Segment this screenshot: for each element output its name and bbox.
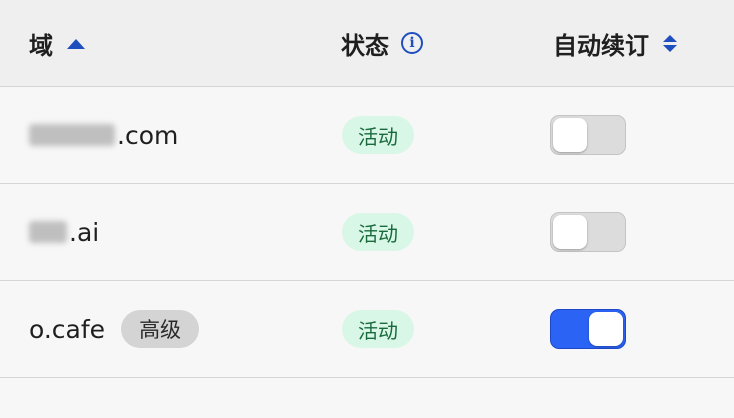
info-icon[interactable]: i: [401, 32, 423, 54]
toggle-knob: [589, 312, 623, 346]
domain-name[interactable]: .ai: [69, 218, 99, 247]
column-header-domain-label: 域: [29, 31, 53, 60]
premium-tag: 高级: [121, 310, 200, 348]
status-cell: 活动: [342, 87, 414, 183]
table-header: 域 状态 i 自动续订: [0, 0, 734, 87]
domain-name[interactable]: .com: [117, 121, 178, 150]
toggle-knob: [553, 118, 587, 152]
status-badge: 活动: [342, 213, 414, 251]
domain-cell: .ai: [29, 184, 99, 280]
column-header-auto-renew-label: 自动续订: [553, 31, 649, 60]
column-header-auto-renew[interactable]: 自动续订: [553, 0, 677, 86]
sort-ascending-icon[interactable]: [67, 39, 85, 49]
column-header-status-label: 状态: [341, 31, 389, 60]
status-cell: 活动: [342, 184, 414, 280]
column-header-status: 状态 i: [341, 0, 423, 86]
auto-renew-cell: [550, 184, 626, 280]
table-row[interactable]: o.cafe 高级 活动: [0, 281, 734, 378]
status-badge: 活动: [342, 116, 414, 154]
table-row[interactable]: .ai 活动: [0, 184, 734, 281]
sort-icon[interactable]: [663, 34, 677, 52]
redacted-text: [29, 124, 115, 146]
domains-table: 域 状态 i 自动续订 .com 活动 .ai 活动 o.cafe 高级 活动: [0, 0, 734, 418]
status-badge: 活动: [342, 310, 414, 348]
auto-renew-cell: [550, 281, 626, 377]
domain-cell: o.cafe 高级: [29, 281, 200, 377]
table-row[interactable]: .com 活动: [0, 87, 734, 184]
auto-renew-toggle[interactable]: [550, 212, 626, 252]
domain-name[interactable]: o.cafe: [29, 315, 105, 344]
sort-up-arrow-icon: [663, 34, 677, 42]
status-cell: 活动: [342, 281, 414, 377]
redacted-text: [29, 221, 67, 243]
auto-renew-toggle[interactable]: [550, 309, 626, 349]
sort-down-arrow-icon: [663, 44, 677, 52]
auto-renew-toggle[interactable]: [550, 115, 626, 155]
auto-renew-cell: [550, 87, 626, 183]
domain-cell: .com: [29, 87, 178, 183]
toggle-knob: [553, 215, 587, 249]
column-header-domain[interactable]: 域: [29, 0, 85, 86]
